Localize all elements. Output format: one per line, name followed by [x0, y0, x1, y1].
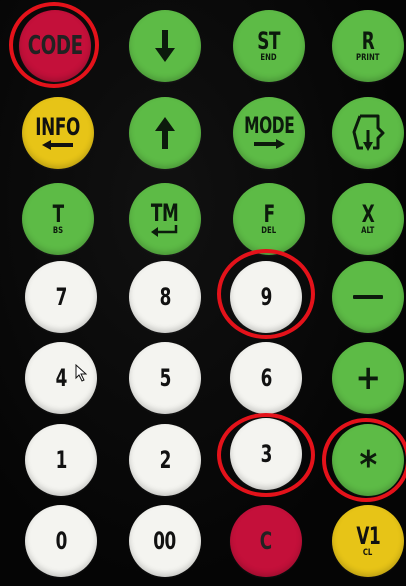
del-sub-label: DEL [261, 226, 277, 236]
digit-8-key[interactable]: 8 [129, 261, 201, 333]
x-alt-key[interactable]: X ALT [332, 183, 404, 255]
f-del-key[interactable]: F DEL [233, 183, 305, 255]
digit-7-label: 7 [55, 283, 67, 311]
digit-3-label: 3 [260, 440, 272, 468]
digit-8-label: 8 [159, 283, 171, 311]
r-key-label: R [361, 27, 375, 55]
v1-cl-key[interactable]: V1 CL [332, 505, 404, 577]
mouse-pointer-icon [75, 364, 87, 382]
double-zero-key[interactable]: 00 [129, 505, 201, 577]
digit-6-key[interactable]: 6 [230, 342, 302, 414]
digit-6-label: 6 [260, 364, 272, 392]
f-key-label: F [263, 200, 275, 228]
st-end-key[interactable]: ST END [233, 10, 305, 82]
info-key-label: INFO [35, 113, 81, 141]
mode-key[interactable]: MODE [233, 97, 305, 169]
cl-sub-label: CL [363, 548, 373, 558]
digit-7-key[interactable]: 7 [25, 261, 97, 333]
plus-key[interactable]: + [332, 342, 404, 414]
digit-3-key[interactable]: 3 [230, 418, 302, 490]
double-zero-label: 00 [153, 527, 177, 555]
r-print-key[interactable]: R PRINT [332, 10, 404, 82]
minus-key[interactable] [332, 261, 404, 333]
mode-key-label: MODE [243, 114, 295, 139]
end-sub-label: END [260, 53, 278, 63]
info-key[interactable]: INFO [22, 97, 94, 169]
t-key-label: T [52, 200, 64, 228]
digit-5-label: 5 [159, 364, 171, 392]
digit-9-key[interactable]: 9 [230, 261, 302, 333]
keypad: CODE ST END R PRINT INFO MODE T BS TM F … [0, 0, 406, 586]
x-key-label: X [361, 200, 375, 228]
code-key[interactable]: CODE [19, 10, 91, 82]
asterisk-label: * [359, 443, 377, 487]
asterisk-key[interactable]: * [332, 424, 404, 496]
tm-key[interactable]: TM [129, 183, 201, 255]
t-bs-key[interactable]: T BS [22, 183, 94, 255]
arrow-right-icon [254, 139, 285, 149]
page-return-icon [352, 114, 385, 151]
digit-5-key[interactable]: 5 [129, 342, 201, 414]
digit-4-label: 4 [55, 364, 67, 392]
v1-key-label: V1 [356, 522, 380, 550]
arrow-down-key[interactable] [129, 10, 201, 82]
plus-label: + [355, 358, 381, 398]
tm-key-label: TM [151, 199, 179, 227]
arrow-down-icon [155, 30, 175, 62]
digit-2-label: 2 [159, 446, 171, 474]
print-sub-label: PRINT [356, 53, 380, 63]
digit-0-label: 0 [55, 527, 67, 555]
digit-1-label: 1 [55, 446, 67, 474]
digit-2-key[interactable]: 2 [129, 424, 201, 496]
bs-sub-label: BS [52, 226, 64, 236]
clear-c-label: C [260, 527, 272, 555]
digit-0-key[interactable]: 0 [25, 505, 97, 577]
minus-icon [353, 295, 383, 299]
clear-c-key[interactable]: C [230, 505, 302, 577]
page-return-key[interactable] [332, 97, 404, 169]
st-key-label: ST [257, 27, 281, 55]
digit-9-label: 9 [260, 283, 272, 311]
arrow-up-key[interactable] [129, 97, 201, 169]
code-key-label: CODE [27, 31, 83, 61]
digit-1-key[interactable]: 1 [25, 424, 97, 496]
alt-sub-label: ALT [361, 226, 375, 236]
arrow-up-icon [155, 117, 175, 149]
